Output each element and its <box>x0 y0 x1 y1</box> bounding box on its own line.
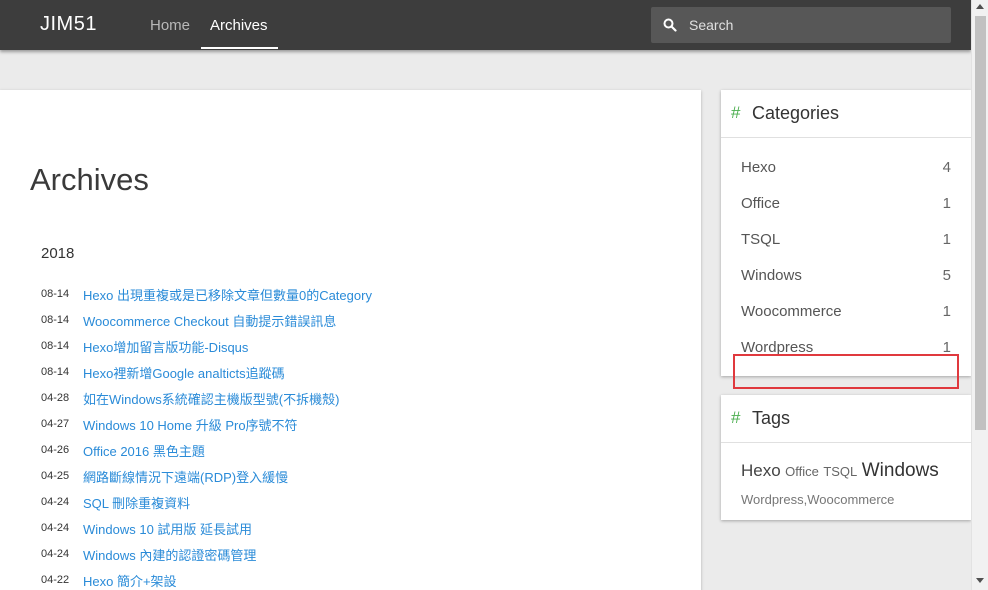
archive-post-link[interactable]: Hexo 簡介+架設 <box>83 571 177 590</box>
archive-item: 04-26 Office 2016 黑色主題 <box>41 437 372 463</box>
tag-office[interactable]: Office <box>785 464 819 479</box>
category-name: Office <box>741 195 780 212</box>
archive-date: 04-26 <box>41 444 70 456</box>
category-item-woocommerce[interactable]: Woocommerce 1 <box>741 303 951 323</box>
archive-date: 04-24 <box>41 548 70 560</box>
archive-date: 04-22 <box>41 574 70 586</box>
archive-item: 08-14 Hexo 出現重複或是已移除文章但數量0的Category <box>41 281 372 307</box>
tags-header: # Tags <box>721 395 971 443</box>
categories-widget: # Categories Hexo 4 Office 1 TSQL 1 Windows… <box>721 90 971 376</box>
category-item-windows[interactable]: Windows 5 <box>741 267 951 287</box>
page-title: Archives <box>30 162 149 197</box>
tag-cloud: Hexo Office TSQL Windows Wordpress,Wooco… <box>741 457 961 514</box>
category-item-hexo[interactable]: Hexo 4 <box>741 159 951 179</box>
archive-post-link[interactable]: Windows 內建的認證密碼管理 <box>83 545 256 564</box>
archive-year: 2018 <box>41 245 75 262</box>
archive-date: 04-25 <box>41 470 70 482</box>
archive-date: 04-28 <box>41 392 70 404</box>
archive-item: 04-22 Hexo 簡介+架設 <box>41 567 372 590</box>
category-item-tsql[interactable]: TSQL 1 <box>741 231 951 251</box>
archive-date: 08-14 <box>41 314 70 326</box>
categories-title: Categories <box>752 103 840 123</box>
archive-date: 08-14 <box>41 340 70 352</box>
highlight-annotation <box>733 354 959 389</box>
archive-date: 08-14 <box>41 366 70 378</box>
archive-date: 04-24 <box>41 522 70 534</box>
archive-item: 04-28 如在Windows系統確認主機版型號(不拆機殼) <box>41 385 372 411</box>
category-name: TSQL <box>741 231 781 248</box>
scroll-down-arrow-icon[interactable] <box>976 578 984 583</box>
archive-item: 04-25 網路斷線情況下遠端(RDP)登入緩慢 <box>41 463 372 489</box>
categories-header: # Categories <box>721 90 971 138</box>
brand-logo-link[interactable]: JIM51 <box>40 13 97 36</box>
archive-date: 08-14 <box>41 288 70 300</box>
archive-item: 04-24 Windows 10 試用版 延長試用 <box>41 515 372 541</box>
category-item-office[interactable]: Office 1 <box>741 195 951 215</box>
hash-icon: # <box>731 408 741 427</box>
tag-wordpress-woocommerce[interactable]: Wordpress,Woocommerce <box>741 492 894 507</box>
tags-widget: # Tags Hexo Office TSQL Windows Wordpres… <box>721 395 971 520</box>
page-scrollbar[interactable] <box>971 0 988 590</box>
archive-post-link[interactable]: SQL 刪除重複資料 <box>83 493 190 512</box>
archive-post-link[interactable]: Windows 10 Home 升級 Pro序號不符 <box>83 415 298 434</box>
tag-hexo[interactable]: Hexo <box>741 461 781 480</box>
active-tab-indicator <box>201 47 278 49</box>
scrollbar-thumb[interactable] <box>975 16 986 430</box>
archive-item: 04-27 Windows 10 Home 升級 Pro序號不符 <box>41 411 372 437</box>
archive-post-link[interactable]: 網路斷線情況下遠端(RDP)登入緩慢 <box>83 467 288 486</box>
archive-item: 04-24 SQL 刪除重複資料 <box>41 489 372 515</box>
archive-date: 04-27 <box>41 418 70 430</box>
tags-title: Tags <box>752 408 791 428</box>
archive-post-link[interactable]: Hexo 出現重複或是已移除文章但數量0的Category <box>83 285 372 304</box>
tag-windows[interactable]: Windows <box>862 460 939 481</box>
archive-post-link[interactable]: 如在Windows系統確認主機版型號(不拆機殼) <box>83 389 339 408</box>
archive-post-link[interactable]: Woocommerce Checkout 自動提示錯誤訊息 <box>83 311 336 330</box>
archive-date: 04-24 <box>41 496 70 508</box>
category-count: 4 <box>942 159 951 176</box>
nav-archives-link[interactable]: Archives <box>210 17 268 34</box>
archive-post-link[interactable]: Windows 10 試用版 延長試用 <box>83 519 252 538</box>
archive-item: 08-14 Hexo增加留言版功能-Disqus <box>41 333 372 359</box>
tag-tsql[interactable]: TSQL <box>823 464 857 479</box>
scroll-up-arrow-icon[interactable] <box>976 4 984 9</box>
category-count: 1 <box>942 231 951 248</box>
search-input[interactable] <box>689 15 939 35</box>
nav-home-link[interactable]: Home <box>150 17 190 34</box>
archive-post-link[interactable]: Office 2016 黑色主題 <box>83 441 205 460</box>
archive-item: 08-14 Woocommerce Checkout 自動提示錯誤訊息 <box>41 307 372 333</box>
archives-card: Archives 2018 08-14 Hexo 出現重複或是已移除文章但數量0的… <box>0 90 701 590</box>
category-count: 1 <box>942 303 951 320</box>
category-name: Woocommerce <box>741 303 842 320</box>
archive-item: 08-14 Hexo裡新增Google analticts追蹤碼 <box>41 359 372 385</box>
search-icon <box>663 18 677 32</box>
search-box[interactable] <box>651 7 951 43</box>
category-count: 5 <box>942 267 951 284</box>
archive-post-link[interactable]: Hexo增加留言版功能-Disqus <box>83 337 248 356</box>
archive-list: 08-14 Hexo 出現重複或是已移除文章但數量0的Category 08-14… <box>41 281 372 590</box>
category-name: Windows <box>741 267 802 284</box>
category-name: Hexo <box>741 159 777 176</box>
top-navbar: JIM51 Home Archives <box>0 0 971 50</box>
archive-item: 04-24 Windows 內建的認證密碼管理 <box>41 541 372 567</box>
archive-post-link[interactable]: Hexo裡新增Google analticts追蹤碼 <box>83 363 285 382</box>
hash-icon: # <box>731 103 741 122</box>
category-count: 1 <box>942 195 951 212</box>
